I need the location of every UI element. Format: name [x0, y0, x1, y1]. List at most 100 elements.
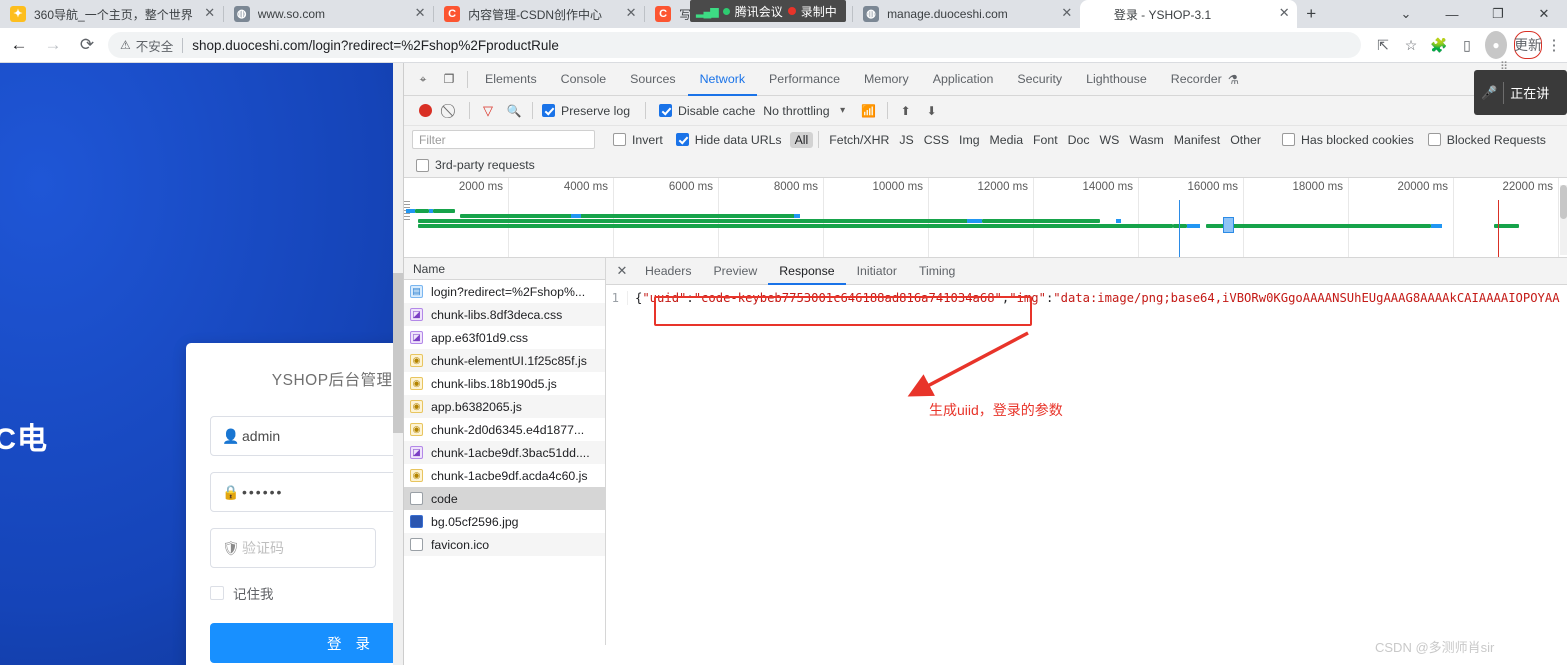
import-har-icon[interactable]: ⬆ — [893, 98, 919, 124]
table-row[interactable]: ◉ chunk-libs.18b190d5.js — [404, 372, 605, 395]
filter-funnel-icon[interactable]: ▽ — [475, 98, 501, 124]
devtools-scrollbar-thumb[interactable] — [1560, 185, 1567, 219]
captcha-input[interactable]: 🛡 验证码 — [210, 528, 376, 568]
detail-tab-initiator[interactable]: Initiator — [846, 258, 908, 285]
chrome-menu-button[interactable]: ⋮ — [1545, 31, 1563, 59]
devtools-tab-performance[interactable]: Performance — [757, 63, 852, 96]
mic-speaking-widget[interactable]: 🎤 正在讲 — [1474, 70, 1567, 115]
throttling-select[interactable]: No throttling — [763, 104, 829, 118]
browser-tab-4[interactable]: ◍ manage.duoceshi.com ✕ — [853, 0, 1080, 28]
request-list-header[interactable]: Name — [404, 258, 605, 280]
browser-tab-0[interactable]: ✦ 360导航_一个主页，整个世界 ✕ — [0, 0, 223, 28]
devtools-tab-lighthouse[interactable]: Lighthouse — [1074, 63, 1159, 96]
filter-type-js[interactable]: JS — [894, 132, 918, 148]
filter-type-ws[interactable]: WS — [1095, 132, 1125, 148]
tab-close-icon[interactable]: ✕ — [413, 6, 427, 21]
chevron-down-icon[interactable]: ▾ — [830, 98, 856, 124]
minimize-button[interactable]: — — [1429, 0, 1475, 28]
devtools-tab-elements[interactable]: Elements — [473, 63, 549, 96]
devtools-tab-application[interactable]: Application — [921, 63, 1006, 96]
filter-type-img[interactable]: Img — [954, 132, 985, 148]
table-row[interactable]: ▤ login?redirect=%2Fshop%... — [404, 280, 605, 303]
filter-type-wasm[interactable]: Wasm — [1124, 132, 1168, 148]
table-row[interactable]: bg.05cf2596.jpg — [404, 510, 605, 533]
table-row[interactable]: ◉ chunk-1acbe9df.acda4c60.js — [404, 464, 605, 487]
network-overview-timeline[interactable]: 2000 ms 4000 ms 6000 ms 8000 ms 10000 ms… — [404, 178, 1567, 258]
close-icon[interactable]: ✕ — [610, 263, 634, 279]
filter-type-all[interactable]: All — [789, 131, 814, 148]
table-row[interactable]: ◉ chunk-2d0d6345.e4d1877... — [404, 418, 605, 441]
share-icon[interactable]: ⇱ — [1369, 31, 1397, 59]
detail-tab-timing[interactable]: Timing — [908, 258, 966, 285]
maximize-button[interactable]: ❐ — [1475, 0, 1521, 28]
forward-button[interactable]: → — [38, 30, 68, 60]
remember-me-checkbox[interactable] — [210, 586, 224, 600]
avatar[interactable]: ● — [1485, 31, 1507, 59]
third-party-toggle[interactable]: 3rd-party requests — [416, 158, 535, 172]
third-party-checkbox[interactable] — [416, 158, 429, 172]
filter-type-other[interactable]: Other — [1225, 132, 1266, 148]
inspect-element-icon[interactable]: ⌖ — [410, 66, 436, 92]
disable-cache-checkbox[interactable] — [659, 104, 673, 117]
browser-tab-1[interactable]: ◍ www.so.com ✕ — [223, 0, 434, 28]
star-icon[interactable]: ☆ — [1397, 31, 1425, 59]
table-row[interactable]: ◉ chunk-elementUI.1f25c85f.js — [404, 349, 605, 372]
tab-close-icon[interactable]: ✕ — [203, 6, 217, 21]
devtools-tab-sources[interactable]: Sources — [618, 63, 687, 96]
export-har-icon[interactable]: ⬇ — [919, 98, 945, 124]
hide-data-urls-checkbox[interactable] — [675, 133, 689, 146]
has-blocked-cookies-checkbox[interactable] — [1281, 133, 1295, 146]
devtools-tab-console[interactable]: Console — [549, 63, 618, 96]
filter-type-media[interactable]: Media — [985, 132, 1029, 148]
site-security-chip[interactable]: ⚠ 不安全 — [120, 36, 173, 55]
filter-type-fetch-xhr[interactable]: Fetch/XHR — [824, 132, 894, 148]
tab-search-chevron-icon[interactable]: ⌄ — [1383, 0, 1429, 28]
blocked-requests-checkbox[interactable] — [1427, 133, 1441, 146]
username-field[interactable]: 👤 admin — [210, 416, 403, 456]
update-button[interactable]: 更新 — [1514, 31, 1542, 59]
search-icon[interactable]: 🔍 — [501, 98, 527, 124]
response-body-viewer[interactable]: 1 {"uuid":"code-keybeb7753001c646188ad81… — [606, 285, 1567, 645]
microphone-icon[interactable]: 🎤 — [1481, 85, 1497, 101]
devtools-tab-network[interactable]: Network — [688, 63, 757, 96]
browser-tab-2[interactable]: C 内容管理-CSDN创作中心 ✕ — [434, 0, 645, 28]
has-blocked-cookies-toggle[interactable]: Has blocked cookies — [1281, 133, 1414, 147]
page-scrollbar-thumb[interactable] — [393, 273, 403, 433]
clear-no-entry-icon[interactable]: ⃠ — [438, 98, 464, 124]
meeting-recording-overlay[interactable]: ▂▄▆ 腾讯会议 录制中 — [690, 0, 846, 22]
invert-checkbox[interactable] — [613, 133, 626, 146]
filter-type-doc[interactable]: Doc — [1063, 132, 1095, 148]
table-row[interactable]: favicon.ico — [404, 533, 605, 556]
blocked-requests-toggle[interactable]: Blocked Requests — [1427, 133, 1546, 147]
detail-tab-response[interactable]: Response — [768, 258, 845, 285]
remember-me-row[interactable]: 记住我 — [210, 583, 274, 603]
request-list[interactable]: Name ▤ login?redirect=%2Fshop%... ◪ chun… — [404, 258, 606, 645]
detail-tab-headers[interactable]: Headers — [634, 258, 702, 285]
devtools-scrollbar[interactable] — [1560, 185, 1567, 255]
disable-cache-toggle[interactable]: Disable cache — [659, 104, 755, 118]
password-field[interactable]: 🔒 •••••• — [210, 472, 403, 512]
devtools-tab-recorder[interactable]: Recorder ⚗ — [1159, 63, 1251, 96]
devtools-tab-security[interactable]: Security — [1005, 63, 1074, 96]
filter-type-manifest[interactable]: Manifest — [1169, 132, 1225, 148]
tab-close-icon[interactable]: ✕ — [624, 6, 638, 21]
login-submit-button[interactable]: 登 录 — [210, 623, 403, 663]
network-conditions-icon[interactable]: 📶 — [856, 98, 882, 124]
back-button[interactable]: ← — [4, 30, 34, 60]
table-row[interactable]: ◪ chunk-libs.8df3deca.css — [404, 303, 605, 326]
table-row-selected[interactable]: code — [404, 487, 605, 510]
filter-type-font[interactable]: Font — [1028, 132, 1063, 148]
tab-close-icon[interactable]: ✕ — [1277, 6, 1291, 21]
tab-close-icon[interactable]: ✕ — [1060, 6, 1074, 21]
reload-button[interactable]: ⟳ — [72, 30, 102, 60]
sidepanel-icon[interactable]: ▯ — [1453, 31, 1481, 59]
preserve-log-toggle[interactable]: Preserve log — [542, 104, 630, 118]
new-tab-button[interactable]: + — [1297, 0, 1325, 28]
page-scrollbar[interactable] — [393, 63, 403, 665]
close-window-button[interactable]: ✕ — [1521, 0, 1567, 28]
filter-type-css[interactable]: CSS — [919, 132, 954, 148]
filter-input[interactable]: Filter — [412, 130, 595, 149]
record-button-icon[interactable] — [412, 98, 438, 124]
address-bar[interactable]: ⚠ 不安全 shop.duoceshi.com/login?redirect=%… — [108, 32, 1361, 58]
invert-toggle[interactable]: Invert — [613, 133, 663, 147]
